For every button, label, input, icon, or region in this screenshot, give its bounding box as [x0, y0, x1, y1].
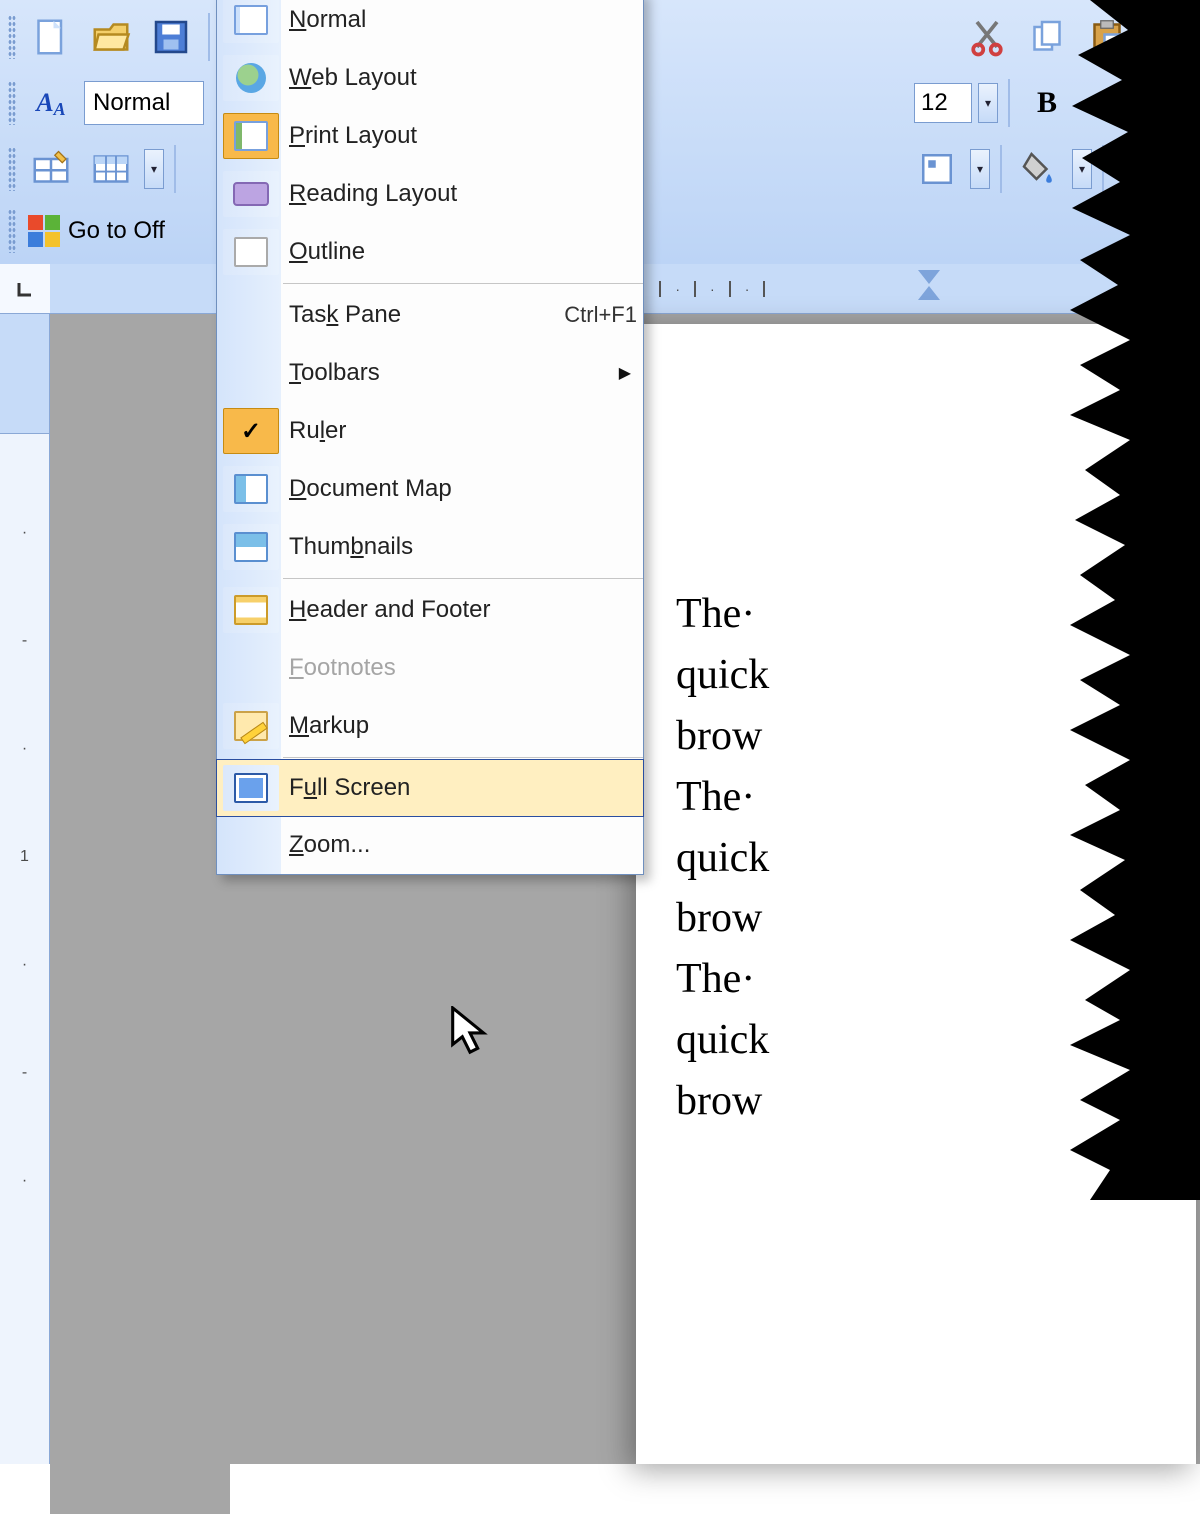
tab-selector[interactable] — [0, 264, 50, 314]
menu-item-toolbars[interactable]: Toolbars ▶ — [217, 344, 643, 402]
insert-table-button[interactable] — [84, 142, 138, 196]
go-to-office-label: Go to Off — [68, 217, 165, 245]
web-layout-icon — [223, 55, 279, 101]
styles-icon[interactable]: AA — [24, 76, 78, 130]
styles-aa-icon: AA — [36, 88, 65, 118]
alignment-button[interactable] — [910, 142, 964, 196]
open-button[interactable] — [84, 10, 138, 64]
menu-separator — [283, 757, 643, 758]
menu-item-reading-layout[interactable]: Reading Layout — [217, 165, 643, 223]
style-selector-value: Normal — [93, 89, 170, 117]
menu-item-header-footer[interactable]: Header and Footer — [217, 581, 643, 639]
draw-table-button[interactable] — [24, 142, 78, 196]
new-document-button[interactable] — [24, 10, 78, 64]
outline-icon — [223, 229, 279, 275]
font-size-value: 12 — [921, 89, 948, 117]
ruler-mark-1: 1 — [0, 848, 49, 866]
menu-item-print-layout[interactable]: Print Layout — [217, 107, 643, 165]
normal-view-icon — [223, 0, 279, 43]
document-map-icon — [223, 466, 279, 512]
view-menu: Normal Web Layout Print Layout Reading L… — [216, 0, 644, 875]
toolbar-grip[interactable] — [8, 81, 16, 125]
toolbar-grip[interactable] — [8, 147, 16, 191]
reading-layout-icon — [223, 171, 279, 217]
torn-edge-decoration — [1000, 0, 1200, 1200]
style-selector[interactable]: Normal — [84, 81, 204, 125]
office-logo-icon — [28, 215, 60, 247]
menu-item-full-screen[interactable]: Full Screen — [216, 759, 644, 817]
markup-icon — [223, 703, 279, 749]
alignment-dropdown[interactable] — [970, 149, 990, 189]
print-layout-icon — [223, 113, 279, 159]
vertical-ruler[interactable]: · - · 1 · - · — [0, 264, 50, 1464]
font-size-dropdown-arrow[interactable] — [978, 83, 998, 123]
header-footer-icon — [223, 587, 279, 633]
save-button[interactable] — [144, 10, 198, 64]
submenu-arrow-icon: ▶ — [619, 363, 637, 383]
menu-item-thumbnails[interactable]: Thumbnails — [217, 518, 643, 576]
menu-item-task-pane[interactable]: Task Pane Ctrl+F1 — [217, 286, 643, 344]
toolbar-grip[interactable] — [8, 209, 16, 253]
blank-icon — [223, 292, 279, 338]
menu-item-normal[interactable]: Normal — [217, 0, 643, 49]
insert-table-dropdown[interactable] — [144, 149, 164, 189]
menu-separator — [283, 578, 643, 579]
menu-item-outline[interactable]: Outline — [217, 223, 643, 281]
indent-marker[interactable] — [918, 270, 940, 300]
menu-separator — [283, 283, 643, 284]
font-size-selector[interactable]: 12 — [914, 83, 972, 123]
menu-item-ruler[interactable]: Ruler — [217, 402, 643, 460]
menu-item-footnotes: Footnotes — [217, 639, 643, 697]
blank-icon — [223, 645, 279, 691]
menu-item-document-map[interactable]: Document Map — [217, 460, 643, 518]
toolbar-grip[interactable] — [8, 15, 16, 59]
menu-item-markup[interactable]: Markup — [217, 697, 643, 755]
blank-icon — [223, 350, 279, 396]
menu-item-web-layout[interactable]: Web Layout — [217, 49, 643, 107]
go-to-office-button[interactable]: Go to Off — [24, 215, 169, 247]
blank-icon — [223, 822, 279, 868]
full-screen-icon — [223, 765, 279, 811]
menu-item-zoom[interactable]: Zoom... — [217, 816, 643, 874]
task-pane-shortcut: Ctrl+F1 — [564, 302, 637, 328]
thumbnails-icon — [223, 524, 279, 570]
checkmark-icon — [223, 408, 279, 454]
